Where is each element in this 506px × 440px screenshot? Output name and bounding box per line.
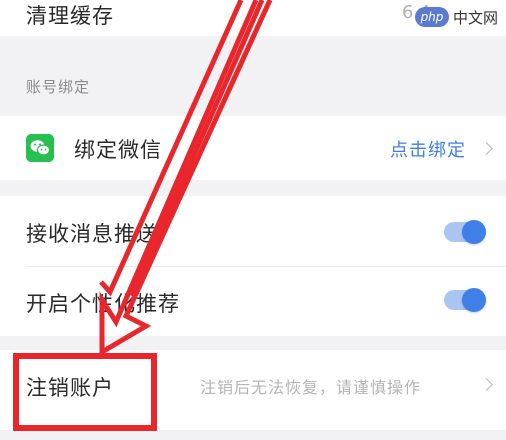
chevron-right-icon xyxy=(480,378,493,391)
push-notification-label: 接收消息推送 xyxy=(26,222,158,246)
bind-wechat-label: 绑定微信 xyxy=(74,138,162,162)
personalized-recommend-label: 开启个性化推荐 xyxy=(26,292,180,316)
push-notification-toggle[interactable] xyxy=(444,220,486,244)
delete-account-row[interactable]: 注销账户 注销后无法恢复，请谨慎操作 xyxy=(0,350,506,430)
toggle-knob xyxy=(462,220,486,244)
delete-account-hint: 注销后无法恢复，请谨慎操作 xyxy=(200,378,422,397)
watermark-text: 中文网 xyxy=(452,8,498,27)
chevron-right-icon xyxy=(480,142,493,155)
site-watermark: php 中文网 xyxy=(414,4,498,30)
push-notification-row: 接收消息推送 开启个性化推荐 xyxy=(0,196,506,336)
bind-wechat-action[interactable]: 点击绑定 xyxy=(390,136,466,162)
account-binding-section-title: 账号绑定 xyxy=(26,78,91,96)
bind-wechat-row[interactable]: 绑定微信 点击绑定 xyxy=(0,116,506,180)
personalized-recommend-toggle[interactable] xyxy=(444,288,486,312)
toggle-knob xyxy=(462,288,486,312)
row-divider xyxy=(26,266,506,267)
wechat-icon xyxy=(26,134,54,162)
clear-cache-label: 清理缓存 xyxy=(26,4,114,28)
delete-account-label: 注销账户 xyxy=(26,376,114,400)
php-logo-icon: php xyxy=(414,7,449,27)
